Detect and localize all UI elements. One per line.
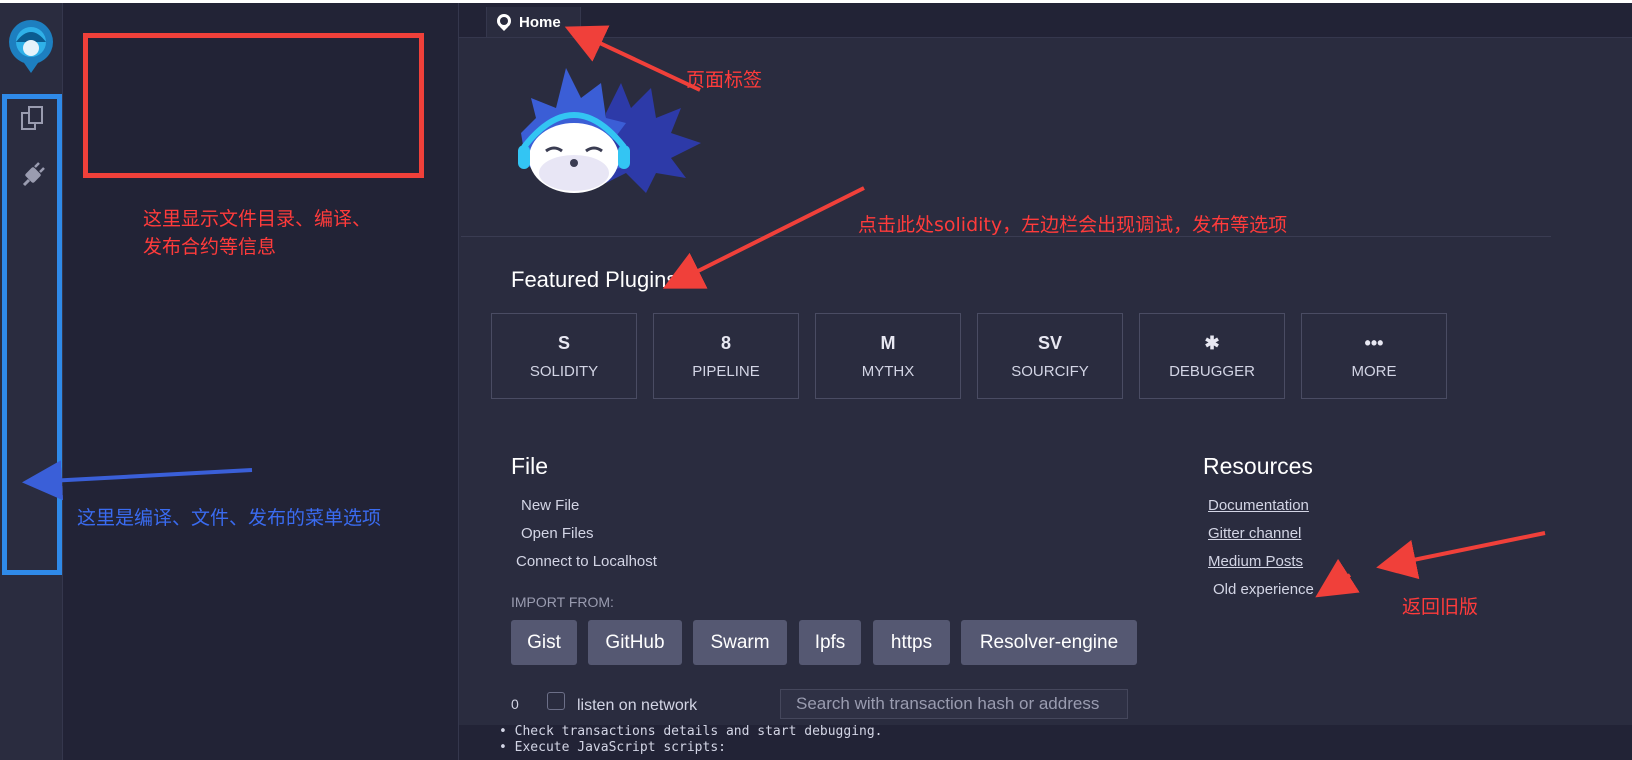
- pending-tx-count: 0: [511, 696, 519, 712]
- old-experience-link[interactable]: Old experience: [1213, 581, 1314, 598]
- medium-posts-link[interactable]: Medium Posts: [1208, 553, 1303, 570]
- import-ipfs-button[interactable]: Ipfs: [799, 620, 861, 665]
- import-github-button[interactable]: GitHub: [588, 620, 682, 665]
- plugin-debugger[interactable]: ✱ DEBUGGER: [1139, 313, 1285, 399]
- plugin-pipeline[interactable]: 8 PIPELINE: [653, 313, 799, 399]
- terminal-output: • Check transactions details and start d…: [459, 724, 1632, 760]
- more-dots-icon: •••: [1364, 332, 1384, 353]
- terminal-line: • Execute JavaScript scripts:: [499, 740, 726, 755]
- sourcify-icon: SV: [1037, 332, 1062, 353]
- import-swarm-button[interactable]: Swarm: [693, 620, 787, 665]
- plugin-label: SOURCIFY: [1011, 362, 1089, 380]
- main-panel: Home Featured Plugins S SOLIDITY 8 PIPEL…: [459, 3, 1632, 760]
- annotation-solidity-hint: 点击此处solidity，左边栏会出现调试，发布等选项: [858, 214, 1288, 236]
- plugin-mythx[interactable]: M MYTHX: [815, 313, 961, 399]
- resources-section-title: Resources: [1203, 453, 1313, 479]
- tab-bar: Home: [459, 3, 1632, 38]
- bug-icon: ✱: [1204, 332, 1220, 353]
- featured-plugins-title: Featured Plugins: [511, 267, 678, 292]
- remix-hedgehog-logo: [518, 68, 701, 193]
- new-file-link[interactable]: New File: [521, 497, 579, 514]
- annotation-side-panel-2: 发布合约等信息: [143, 236, 277, 258]
- solidity-icon: S: [557, 332, 570, 353]
- tab-home[interactable]: Home: [486, 7, 581, 37]
- pipeline-icon: 8: [720, 332, 731, 353]
- plugin-label: PIPELINE: [692, 362, 760, 380]
- gitter-channel-link[interactable]: Gitter channel: [1208, 525, 1301, 542]
- plugin-label: MYTHX: [861, 362, 915, 380]
- open-files-link[interactable]: Open Files: [521, 525, 594, 542]
- side-panel-highlight-box: [83, 33, 424, 178]
- mythx-icon: M: [880, 332, 896, 353]
- annotation-page-tab: 页面标签: [686, 69, 763, 91]
- plugin-solidity[interactable]: S SOLIDITY: [491, 313, 637, 399]
- connect-localhost-link[interactable]: Connect to Localhost: [516, 553, 657, 570]
- plugin-label: MORE: [1351, 362, 1397, 380]
- remix-home-icon: [497, 14, 511, 31]
- plugin-sourcify[interactable]: SV SOURCIFY: [977, 313, 1123, 399]
- terminal-line: • Check transactions details and start d…: [499, 724, 883, 739]
- remix-logo-icon[interactable]: [6, 18, 56, 78]
- import-from-label: IMPORT FROM:: [511, 594, 614, 610]
- plugin-label: DEBUGGER: [1169, 362, 1255, 380]
- documentation-link[interactable]: Documentation: [1208, 497, 1309, 514]
- icon-panel-highlight-box: [2, 94, 62, 575]
- import-resolver-engine-button[interactable]: Resolver-engine: [961, 620, 1137, 665]
- import-https-button[interactable]: https: [873, 620, 950, 665]
- listen-network-label: listen on network: [577, 697, 698, 714]
- import-gist-button[interactable]: Gist: [511, 620, 577, 665]
- annotation-old-hint: 返回旧版: [1402, 596, 1479, 618]
- annotation-side-panel-1: 这里显示文件目录、编译、: [143, 208, 372, 230]
- file-section-title: File: [511, 453, 549, 479]
- tab-home-label: Home: [519, 13, 561, 31]
- listen-network-checkbox[interactable]: [547, 692, 565, 710]
- transaction-search-input[interactable]: Search with transaction hash or address: [780, 689, 1128, 719]
- annotation-menu-hint: 这里是编译、文件、发布的菜单选项: [77, 507, 382, 529]
- plugin-more[interactable]: ••• MORE: [1301, 313, 1447, 399]
- plugin-label: SOLIDITY: [529, 362, 599, 380]
